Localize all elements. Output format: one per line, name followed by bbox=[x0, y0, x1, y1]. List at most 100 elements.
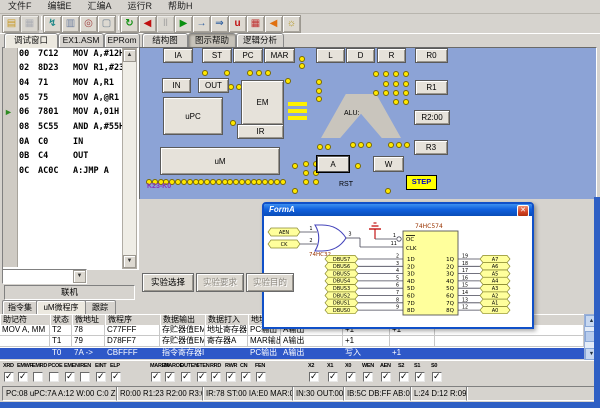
register-block-ir[interactable]: IR bbox=[237, 124, 284, 139]
register-block-upc[interactable]: uPC bbox=[163, 97, 223, 135]
connection-dot[interactable] bbox=[313, 179, 319, 185]
connection-dot[interactable] bbox=[385, 188, 391, 194]
connection-dot[interactable] bbox=[350, 142, 356, 148]
help-lamp-button[interactable]: ☼ bbox=[282, 15, 301, 33]
step-over-button[interactable]: ⇒ bbox=[210, 15, 229, 33]
run-button[interactable]: ▶ bbox=[174, 15, 193, 33]
forma-title-bar[interactable]: FormA ✕ bbox=[264, 204, 532, 216]
connection-dot[interactable] bbox=[285, 78, 291, 84]
tab-调试窗口[interactable]: 调试窗口 bbox=[4, 33, 58, 48]
signal-checkbox-S2[interactable] bbox=[399, 372, 409, 382]
source-selector-combobox[interactable]: ▼ bbox=[2, 269, 87, 284]
reset-button[interactable]: ◀ bbox=[138, 15, 157, 33]
signal-checkbox-RWR[interactable] bbox=[226, 372, 236, 382]
code-scrollbar[interactable]: ▲▼ bbox=[122, 48, 137, 269]
connection-dot[interactable] bbox=[224, 70, 230, 76]
tab-EPRom[interactable]: EPRom bbox=[104, 33, 140, 47]
save-button[interactable]: ▦ bbox=[20, 15, 39, 33]
connection-dot[interactable] bbox=[383, 90, 389, 96]
table-row[interactable]: T179D78FF7存贮器值EM寄存器AMAR输出A输出+1 bbox=[0, 336, 584, 347]
connection-dot[interactable] bbox=[299, 56, 305, 62]
assemble-button[interactable]: ↯ bbox=[43, 15, 62, 33]
code-scroll-down-button[interactable]: ▼ bbox=[123, 255, 136, 268]
register-block-d[interactable]: D bbox=[346, 48, 375, 63]
breakpoint-button[interactable]: ▦ bbox=[246, 15, 265, 33]
connection-dot[interactable] bbox=[280, 179, 286, 185]
connection-dot[interactable] bbox=[393, 90, 399, 96]
close-icon[interactable]: ✕ bbox=[517, 205, 529, 217]
signal-checkbox-X0[interactable] bbox=[346, 372, 356, 382]
signal-checkbox-EMWR[interactable] bbox=[18, 372, 28, 382]
open-file-button[interactable]: ▤ bbox=[2, 15, 21, 33]
refresh-button[interactable]: ↻ bbox=[120, 15, 139, 33]
signal-checkbox-AEN[interactable] bbox=[381, 372, 391, 382]
step-into-button[interactable]: → bbox=[192, 15, 211, 33]
connection-dot[interactable] bbox=[388, 142, 394, 148]
signal-checkbox-EMRD[interactable] bbox=[33, 372, 43, 382]
connection-dot[interactable] bbox=[373, 90, 379, 96]
signal-checkbox-CN[interactable] bbox=[241, 372, 251, 382]
connection-dot[interactable] bbox=[383, 81, 389, 87]
connection-dot[interactable] bbox=[274, 179, 280, 185]
register-block-r1[interactable]: R1 bbox=[415, 80, 448, 95]
connection-dot[interactable] bbox=[303, 179, 309, 185]
connection-dot[interactable] bbox=[316, 79, 322, 85]
signal-checkbox-FEN[interactable] bbox=[256, 372, 266, 382]
register-block-em[interactable]: EM bbox=[241, 80, 284, 125]
signal-checkbox-WEN[interactable] bbox=[363, 372, 373, 382]
connection-dot[interactable] bbox=[230, 120, 236, 126]
connection-dot[interactable] bbox=[256, 70, 262, 76]
search-button[interactable]: ◎ bbox=[79, 15, 98, 33]
experiment-button-0[interactable]: 实验选择 bbox=[142, 273, 194, 292]
register-block-out[interactable]: OUT bbox=[198, 78, 229, 93]
connection-dot[interactable] bbox=[292, 188, 298, 194]
forma-dialog[interactable]: FormA ✕ AENCK1274HC32311174HC574OCCLKDBU… bbox=[262, 202, 534, 329]
signal-checkbox-PCOE[interactable] bbox=[49, 372, 59, 382]
code-scroll-up-button[interactable]: ▲ bbox=[123, 49, 136, 62]
register-block-l[interactable]: L bbox=[316, 48, 345, 63]
connection-dot[interactable] bbox=[355, 163, 361, 169]
pause-button[interactable]: ‖ bbox=[156, 15, 175, 33]
connection-dot[interactable] bbox=[393, 99, 399, 105]
signal-checkbox-RRD[interactable] bbox=[211, 372, 221, 382]
register-block-r0[interactable]: R0 bbox=[415, 48, 448, 63]
signal-checkbox-IREN[interactable] bbox=[80, 372, 90, 382]
connection-dot[interactable] bbox=[393, 81, 399, 87]
register-block-r3[interactable]: R3 bbox=[414, 140, 448, 155]
connection-dot[interactable] bbox=[247, 70, 253, 76]
connection-dot[interactable] bbox=[396, 142, 402, 148]
connection-dot[interactable] bbox=[366, 142, 372, 148]
signal-checkbox-EINT[interactable] bbox=[96, 372, 106, 382]
connection-dot[interactable] bbox=[303, 161, 309, 167]
connection-dot[interactable] bbox=[292, 163, 298, 169]
menu-item-0[interactable]: 文件F bbox=[0, 0, 40, 13]
connection-dot[interactable] bbox=[216, 179, 222, 185]
connection-dot[interactable] bbox=[265, 70, 271, 76]
connection-dot[interactable] bbox=[403, 71, 409, 77]
connection-dot[interactable] bbox=[245, 179, 251, 185]
connection-dot[interactable] bbox=[316, 88, 322, 94]
connection-dot[interactable] bbox=[393, 71, 399, 77]
signal-checkbox-S1[interactable] bbox=[415, 372, 425, 382]
signal-checkbox-ELP[interactable] bbox=[111, 372, 121, 382]
register-block-r2[interactable]: R2:00 bbox=[414, 110, 450, 125]
combobox-dropdown-icon[interactable]: ▼ bbox=[73, 270, 86, 283]
micro-step-button[interactable]: u bbox=[228, 15, 247, 33]
connection-dot[interactable] bbox=[299, 63, 305, 69]
table-row[interactable]: T07A ->CBFFFF指令寄存器IRPC输出A输出写入+1 bbox=[0, 348, 584, 359]
connection-dot[interactable] bbox=[303, 170, 309, 176]
register-block-um[interactable]: uM bbox=[160, 147, 280, 175]
clear-button[interactable]: ▢ bbox=[97, 15, 116, 33]
connection-dot[interactable] bbox=[181, 179, 187, 185]
menu-item-3[interactable]: 运行R bbox=[120, 0, 161, 13]
step-button[interactable]: STEP bbox=[406, 175, 437, 190]
tab-逻辑分析[interactable]: 逻辑分析 bbox=[236, 33, 284, 47]
menu-item-1[interactable]: 编辑E bbox=[40, 0, 80, 13]
register-block-pc[interactable]: PC bbox=[233, 48, 263, 63]
connection-dot[interactable] bbox=[317, 144, 323, 150]
bottom-tab-跟踪[interactable]: 跟踪 bbox=[84, 300, 116, 314]
menu-item-4[interactable]: 帮助H bbox=[160, 0, 201, 13]
signal-checkbox-X1[interactable] bbox=[328, 372, 338, 382]
tab-EX1.ASM[interactable]: EX1.ASM bbox=[58, 33, 104, 47]
connection-dot[interactable] bbox=[373, 71, 379, 77]
